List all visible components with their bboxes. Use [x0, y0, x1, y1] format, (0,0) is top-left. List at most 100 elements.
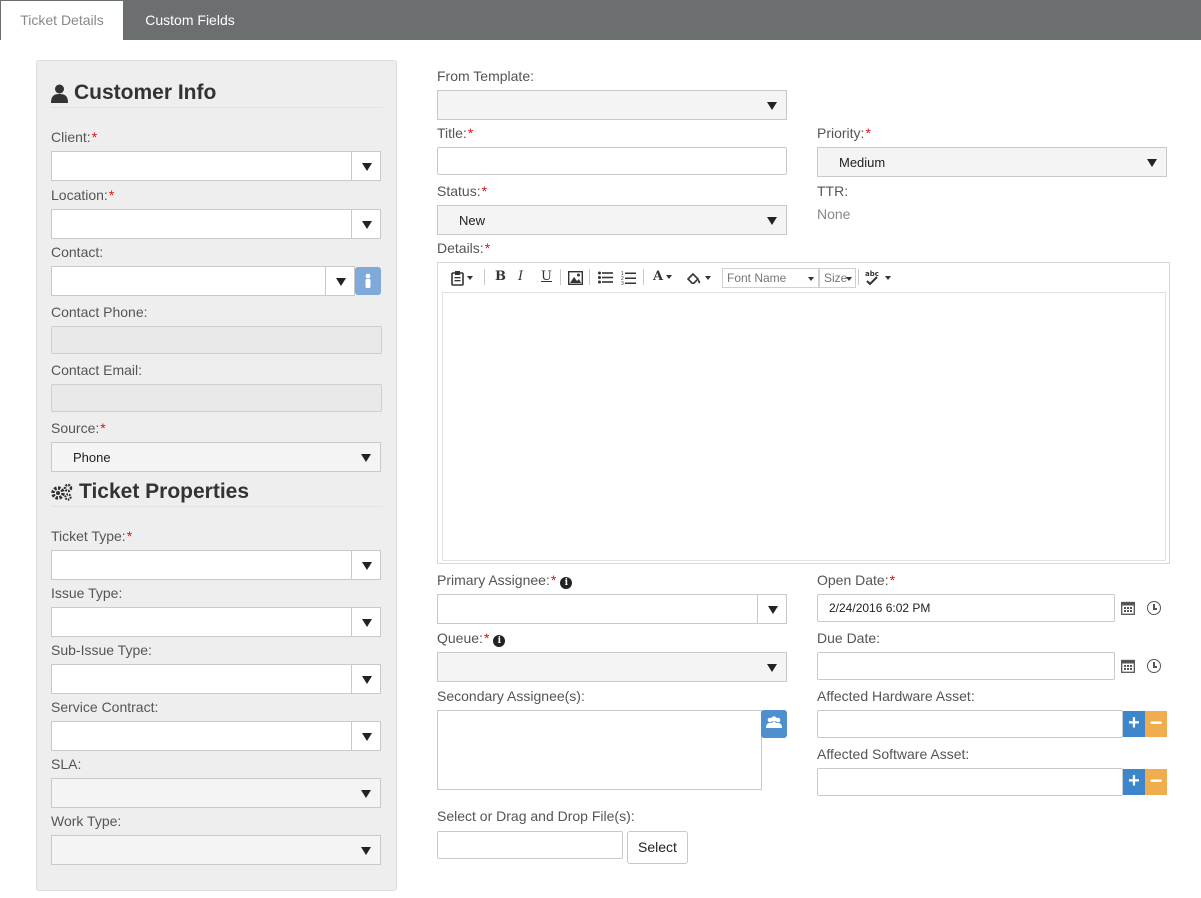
font-name-select[interactable]: Font Name: [722, 268, 819, 288]
contact-select[interactable]: [51, 266, 355, 296]
due-date-input[interactable]: [817, 652, 1115, 680]
toolbar-separator: [643, 269, 644, 285]
sla-label: SLA:: [51, 756, 82, 772]
editor-toolbar: B I U 1 2 3 A Font Name Size abc: [438, 263, 1169, 291]
toolbar-separator: [484, 269, 485, 285]
chevron-down-icon[interactable]: [351, 443, 380, 471]
chevron-down-icon[interactable]: [351, 608, 380, 636]
chevron-down-icon[interactable]: [757, 653, 786, 681]
customer-info-heading: Customer Info: [51, 81, 383, 108]
file-drop-input[interactable]: [437, 831, 623, 859]
paste-button[interactable]: [451, 268, 473, 286]
calendar-icon[interactable]: [1121, 601, 1135, 615]
status-select[interactable]: New: [437, 205, 787, 235]
caret-down-icon: [666, 274, 673, 279]
remove-hardware-button[interactable]: −: [1145, 711, 1167, 737]
caret-down-icon: [885, 275, 891, 280]
secondary-assignees-list[interactable]: [437, 710, 762, 790]
tab-custom-fields[interactable]: Custom Fields: [123, 1, 257, 40]
toolbar-separator: [858, 269, 859, 285]
sla-select[interactable]: [51, 778, 381, 808]
affected-software-label: Affected Software Asset:: [817, 746, 970, 762]
service-contract-select[interactable]: [51, 721, 381, 751]
chevron-down-icon[interactable]: [351, 210, 380, 238]
affected-hardware-input[interactable]: [817, 710, 1123, 738]
insert-image-button[interactable]: [567, 268, 584, 286]
ticket-properties-heading: Ticket Properties: [51, 480, 383, 507]
bullet-list-button[interactable]: [598, 268, 613, 286]
location-select[interactable]: [51, 209, 381, 239]
primary-assignee-select[interactable]: [437, 594, 787, 624]
chevron-down-icon[interactable]: [351, 722, 380, 750]
tab-ticket-details[interactable]: Ticket Details: [1, 1, 123, 40]
add-software-button[interactable]: +: [1123, 769, 1145, 795]
info-icon[interactable]: i: [560, 577, 573, 589]
numbered-list-button[interactable]: 1 2 3: [621, 268, 636, 287]
toolbar-separator: [589, 269, 590, 285]
spellcheck-button[interactable]: abc: [865, 268, 891, 286]
priority-select[interactable]: Medium: [817, 147, 1167, 177]
due-date-label: Due Date:: [817, 630, 881, 646]
location-label: Location:*: [51, 187, 115, 203]
font-size-select[interactable]: Size: [819, 268, 856, 288]
caret-down-icon: [846, 277, 852, 281]
chevron-down-icon[interactable]: [351, 551, 380, 579]
client-select[interactable]: [51, 151, 381, 181]
tab-bar: Ticket Details Custom Fields: [0, 0, 1201, 40]
gears-icon: [51, 483, 73, 501]
chevron-down-icon[interactable]: [757, 91, 786, 119]
issue-type-select[interactable]: [51, 607, 381, 637]
add-contact-button[interactable]: [355, 267, 381, 295]
from-template-select[interactable]: [437, 90, 787, 120]
queue-select[interactable]: [437, 652, 787, 682]
chevron-down-icon[interactable]: [1137, 148, 1166, 176]
customer-panel: Customer Info Ticket Properties: [36, 60, 397, 891]
svg-text:3: 3: [621, 281, 624, 285]
image-icon: [567, 270, 584, 285]
priority-label: Priority:*: [817, 125, 871, 141]
remove-software-button[interactable]: −: [1145, 769, 1167, 795]
title-input[interactable]: [437, 147, 787, 175]
highlight-icon: [686, 272, 701, 285]
calendar-icon[interactable]: [1121, 659, 1135, 673]
details-textarea[interactable]: [442, 292, 1166, 561]
primary-assignee-label: Primary Assignee:* i: [437, 572, 573, 589]
sub-issue-type-select[interactable]: [51, 664, 381, 694]
chevron-down-icon[interactable]: [757, 595, 786, 623]
highlight-button[interactable]: [686, 268, 711, 286]
title-label: Title:*: [437, 125, 474, 141]
ticket-type-select[interactable]: [51, 550, 381, 580]
info-icon[interactable]: i: [493, 635, 506, 647]
chevron-down-icon[interactable]: [351, 836, 380, 864]
clock-icon[interactable]: [1147, 601, 1161, 615]
chevron-down-icon[interactable]: [351, 665, 380, 693]
chevron-down-icon[interactable]: [351, 779, 380, 807]
add-secondary-assignees-button[interactable]: [761, 710, 787, 738]
underline-button[interactable]: U: [541, 268, 552, 286]
add-hardware-button[interactable]: +: [1123, 711, 1145, 737]
files-label: Select or Drag and Drop File(s):: [437, 808, 635, 824]
select-files-button[interactable]: Select: [627, 831, 688, 864]
open-date-input[interactable]: 2/24/2016 6:02 PM: [817, 594, 1115, 622]
chevron-down-icon[interactable]: [325, 267, 354, 295]
work-type-select[interactable]: [51, 835, 381, 865]
from-template-label: From Template:: [437, 68, 534, 84]
source-label: Source:*: [51, 420, 106, 436]
chevron-down-icon[interactable]: [351, 152, 380, 180]
user-icon: [51, 84, 68, 103]
secondary-assignees-label: Secondary Assignee(s):: [437, 688, 585, 704]
sub-issue-type-label: Sub-Issue Type:: [51, 642, 152, 658]
font-color-button[interactable]: A: [653, 268, 673, 286]
chevron-down-icon[interactable]: [757, 206, 786, 234]
italic-button[interactable]: I: [518, 268, 523, 286]
affected-hardware-label: Affected Hardware Asset:: [817, 688, 975, 704]
bold-button[interactable]: B: [495, 268, 506, 286]
affected-software-input[interactable]: [817, 768, 1123, 796]
source-select[interactable]: Phone: [51, 442, 381, 472]
numbered-list-icon: 1 2 3: [621, 271, 636, 287]
clock-icon[interactable]: [1147, 659, 1161, 673]
font-color-icon: A: [653, 269, 664, 284]
ttr-value: None: [817, 206, 851, 222]
spellcheck-icon: abc: [865, 270, 879, 285]
queue-label: Queue:* i: [437, 630, 506, 647]
